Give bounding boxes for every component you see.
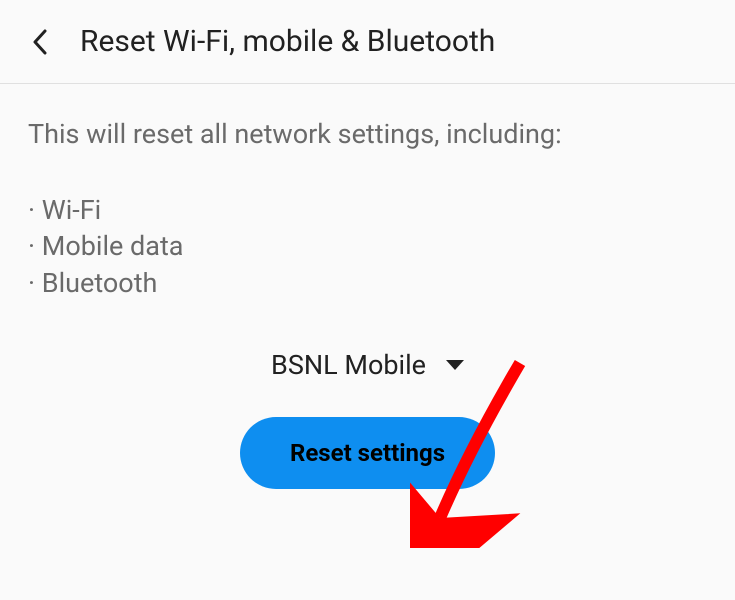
list-item: · Bluetooth (28, 265, 707, 301)
button-row: Reset settings (28, 417, 707, 489)
reset-settings-button[interactable]: Reset settings (240, 417, 495, 489)
header: Reset Wi-Fi, mobile & Bluetooth (0, 0, 735, 84)
carrier-dropdown[interactable]: BSNL Mobile (28, 349, 707, 381)
chevron-down-icon (446, 360, 464, 370)
list-item: · Mobile data (28, 228, 707, 264)
list-item: · Wi-Fi (28, 192, 707, 228)
back-icon[interactable] (28, 30, 52, 54)
page-title: Reset Wi-Fi, mobile & Bluetooth (80, 24, 495, 59)
bullet-list: · Wi-Fi · Mobile data · Bluetooth (28, 192, 707, 301)
dropdown-selected-label: BSNL Mobile (271, 349, 426, 381)
content-area: This will reset all network settings, in… (0, 84, 735, 521)
description-text: This will reset all network settings, in… (28, 116, 707, 154)
